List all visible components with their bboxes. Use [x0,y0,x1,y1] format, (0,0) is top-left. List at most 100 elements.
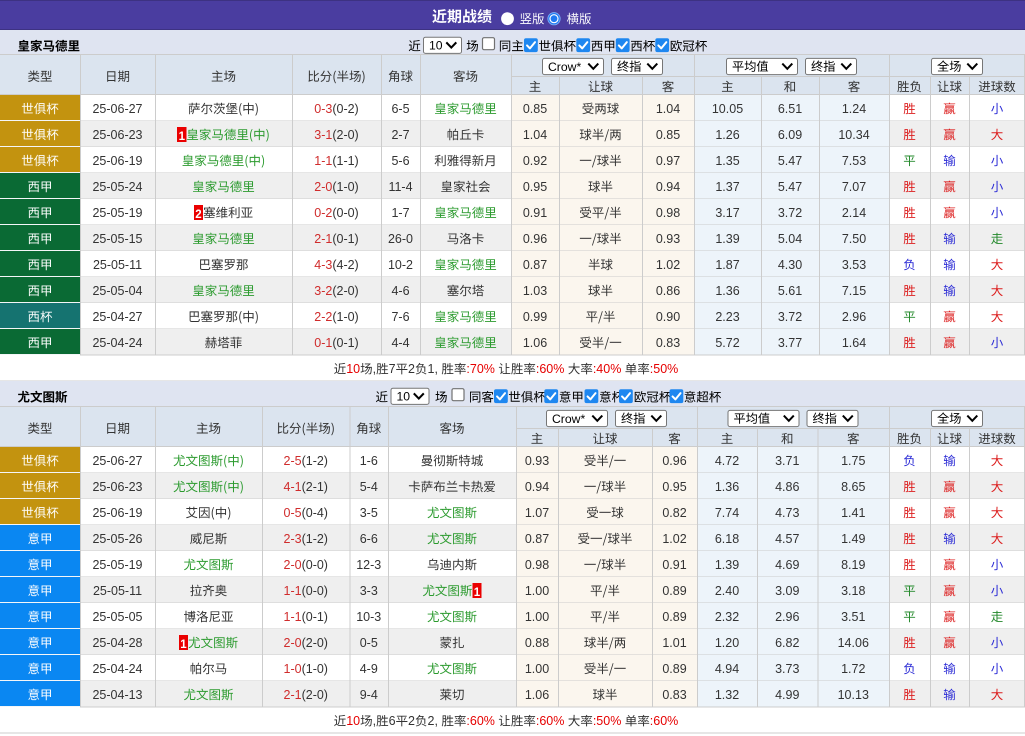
svg-text:(1-2): (1-2) [302,532,328,546]
svg-text:3-3: 3-3 [360,584,378,598]
svg-text:26-0: 26-0 [388,232,413,246]
svg-text:0.89: 0.89 [662,662,686,676]
svg-text:1.24: 1.24 [842,102,866,116]
svg-text:2.32: 2.32 [715,610,739,624]
svg-text:3.18: 3.18 [841,584,865,598]
svg-text:0.92: 0.92 [523,154,547,168]
svg-text:25-05-11: 25-05-11 [93,258,142,272]
svg-text:4.72: 4.72 [715,454,739,468]
svg-text:(0-4): (0-4) [302,506,328,520]
svg-text:14.06: 14.06 [838,636,869,650]
svg-text:10-3: 10-3 [356,610,381,624]
svg-text:2.96: 2.96 [842,310,866,324]
svg-text:25-05-15: 25-05-15 [92,232,142,246]
svg-text:0.94: 0.94 [525,480,549,494]
svg-text:2-0: 2-0 [284,636,302,650]
svg-text:1.01: 1.01 [662,636,686,650]
svg-text:0.82: 0.82 [662,506,686,520]
svg-text:1.04: 1.04 [656,102,680,116]
svg-text:,: , [373,714,376,728]
svg-text:0.87: 0.87 [523,258,547,272]
svg-text:6.51: 6.51 [778,102,802,116]
svg-text:0.95: 0.95 [662,480,686,494]
svg-text:1-1: 1-1 [284,610,302,624]
svg-text:25-06-27: 25-06-27 [92,454,142,468]
svg-text::70%: :70% [466,362,495,376]
svg-text:4.69: 4.69 [775,558,799,572]
svg-text:(1-0): (1-0) [302,662,328,676]
svg-text:3.73: 3.73 [775,662,799,676]
svg-text:6.18: 6.18 [715,532,739,546]
svg-text:3.72: 3.72 [778,206,802,220]
svg-text:(2-0): (2-0) [302,636,328,650]
svg-text:4.57: 4.57 [775,532,799,546]
svg-text:1-7: 1-7 [391,206,409,220]
svg-text:6-5: 6-5 [391,102,409,116]
svg-text:25-06-23: 25-06-23 [92,128,142,142]
svg-text:4-4: 4-4 [391,336,409,350]
svg-text:(0-0): (0-0) [302,584,328,598]
svg-text:10.05: 10.05 [712,102,743,116]
svg-text:0.85: 0.85 [523,102,547,116]
svg-text:1: 1 [180,639,187,651]
svg-text:2-7: 2-7 [391,128,409,142]
svg-text:0.96: 0.96 [662,454,686,468]
svg-text:(2-0): (2-0) [332,128,358,142]
svg-text:6.82: 6.82 [775,636,799,650]
svg-text:0.91: 0.91 [662,558,686,572]
svg-text:0.97: 0.97 [656,154,680,168]
svg-text:25-04-27: 25-04-27 [92,310,142,324]
svg-text:5.72: 5.72 [715,336,739,350]
svg-text:0.93: 0.93 [525,454,549,468]
svg-text:1.32: 1.32 [715,688,739,702]
svg-text:1.26: 1.26 [715,128,739,142]
svg-text::50%: :50% [593,714,622,728]
svg-text:0-2: 0-2 [314,206,332,220]
svg-text:(0-1): (0-1) [332,232,358,246]
svg-text:7-6: 7-6 [391,310,409,324]
svg-text::60%: :60% [536,362,565,376]
svg-text:25-06-19: 25-06-19 [92,506,142,520]
svg-text:10-2: 10-2 [388,258,413,272]
svg-text:1.64: 1.64 [842,336,866,350]
svg-text:,: , [373,362,376,376]
svg-text:(2-0): (2-0) [302,688,328,702]
svg-text:3-2: 3-2 [314,284,332,298]
svg-text:1.02: 1.02 [656,258,680,272]
svg-text:0.98: 0.98 [525,558,549,572]
svg-text:25-06-19: 25-06-19 [92,154,142,168]
svg-text:25-05-19: 25-05-19 [92,206,142,220]
svg-text:7: 7 [389,362,396,376]
svg-text:1.06: 1.06 [525,688,549,702]
svg-text:1.03: 1.03 [523,284,547,298]
svg-text:5-4: 5-4 [360,480,378,494]
svg-text:2.40: 2.40 [715,584,739,598]
svg-text:(2-0): (2-0) [332,284,358,298]
svg-text:2.96: 2.96 [775,610,799,624]
svg-text:1-6: 1-6 [360,454,378,468]
svg-text::50%: :50% [650,362,679,376]
svg-text:(1-0): (1-0) [332,180,358,194]
svg-text:(1-1): (1-1) [332,154,358,168]
svg-text:10: 10 [429,39,443,53]
svg-text:2-0: 2-0 [284,558,302,572]
svg-text:25-05-11: 25-05-11 [93,584,142,598]
svg-text:4-1: 4-1 [284,480,302,494]
svg-text:2-1: 2-1 [284,688,302,702]
svg-text:10.34: 10.34 [838,128,869,142]
svg-text:10: 10 [346,714,360,728]
svg-text:2-0: 2-0 [314,180,332,194]
svg-text:11-4: 11-4 [388,180,412,194]
svg-text:1-1: 1-1 [314,154,332,168]
svg-text:4-9: 4-9 [360,662,378,676]
svg-text:0.96: 0.96 [523,232,547,246]
svg-text:3-5: 3-5 [360,506,378,520]
svg-text:(0-1): (0-1) [302,610,328,624]
svg-text:1.35: 1.35 [715,154,739,168]
svg-text:1.00: 1.00 [525,610,549,624]
svg-text:0.86: 0.86 [656,284,680,298]
svg-text:9-4: 9-4 [360,688,378,702]
svg-text:1.72: 1.72 [841,662,865,676]
svg-text:2,: 2, [428,714,438,728]
svg-text:1.49: 1.49 [841,532,865,546]
